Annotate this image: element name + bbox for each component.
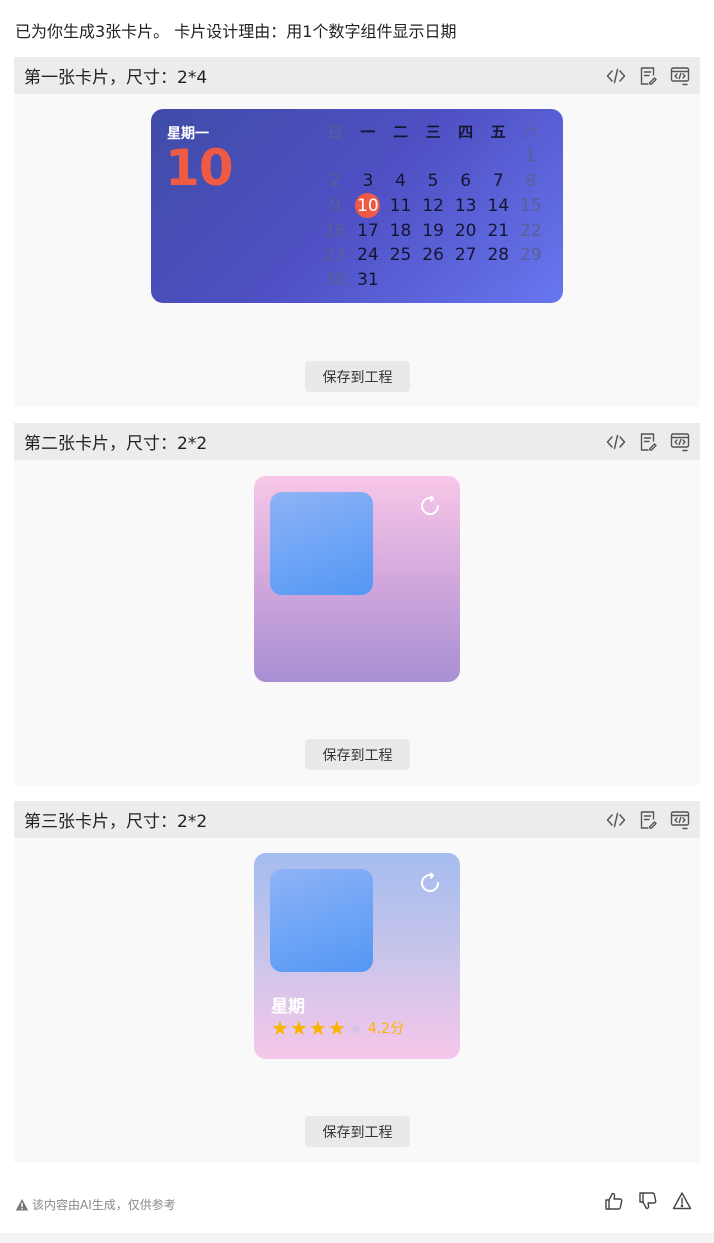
calendar-day: 3 <box>362 170 374 191</box>
calendar-weekday-header: 五 <box>490 122 506 141</box>
star-icon: ★ <box>271 1016 289 1040</box>
refresh-icon[interactable] <box>418 871 442 895</box>
card-toolbar <box>606 432 690 452</box>
card-toolbar <box>606 66 690 86</box>
calendar-day: 4 <box>395 170 406 191</box>
card-section-title: 第一张卡片，尺寸：2*4 <box>24 68 208 88</box>
calendar-day: 20 <box>454 220 477 241</box>
code-icon[interactable] <box>606 432 626 452</box>
calendar-day: 13 <box>454 195 477 216</box>
calendar-day: 30 <box>324 270 347 291</box>
calendar-day: 14 <box>487 195 510 216</box>
code-preview-icon[interactable] <box>670 432 690 452</box>
calendar-day: 2 <box>329 170 341 191</box>
calendar-empty-cell <box>319 144 352 169</box>
document-edit-icon[interactable] <box>638 432 658 452</box>
bottom-divider <box>0 1233 714 1243</box>
calendar-day: 25 <box>389 245 412 266</box>
thumbs-up-icon[interactable] <box>604 1191 624 1211</box>
image-placeholder <box>270 869 373 972</box>
rating-value: 4.2分 <box>367 1021 404 1037</box>
code-icon[interactable] <box>606 66 626 86</box>
ai-disclaimer: 该内容由AI生成，仅供参考 <box>15 1196 176 1213</box>
calendar-day: 7 <box>492 170 504 191</box>
calendar-day: 12 <box>422 195 444 216</box>
calendar-today-number: 10 <box>355 193 381 219</box>
calendar-big-day: 10 <box>165 139 234 197</box>
star-icon: ★ <box>327 1016 346 1040</box>
calendar-empty-cell <box>417 144 450 169</box>
star-icon: ★ <box>308 1016 327 1040</box>
calendar-empty-cell <box>384 144 417 169</box>
calendar-day: 17 <box>357 220 379 241</box>
calendar-empty-cell <box>449 144 482 169</box>
image-placeholder <box>270 492 373 595</box>
card-toolbar <box>606 810 690 830</box>
calendar-weekday-header: 日 <box>327 122 343 141</box>
calendar-weekday-header: 三 <box>425 122 441 141</box>
document-edit-icon[interactable] <box>638 66 658 86</box>
calendar-day: 9 <box>329 195 341 216</box>
calendar-weekday-header: 四 <box>458 122 474 141</box>
calendar-day: 8 <box>525 170 537 191</box>
calendar-day: 6 <box>460 170 472 191</box>
card-label: 星期 <box>271 997 305 1017</box>
refresh-icon[interactable] <box>418 494 442 518</box>
warning-icon <box>15 1198 29 1210</box>
document-edit-icon[interactable] <box>638 810 658 830</box>
calendar-card: 星期一 10 日一二三四五六 1 2 3 4 5 6 7 8 9 10 11 12 13 14 15 16 17 1… <box>151 109 563 303</box>
calendar-day: 19 <box>422 220 444 241</box>
save-to-project-button[interactable]: 保存到工程 <box>305 1116 410 1147</box>
calendar-day: 16 <box>324 220 347 241</box>
calendar-today: 10 <box>352 193 385 219</box>
calendar-day: 23 <box>324 245 347 266</box>
calendar-day: 31 <box>357 270 379 291</box>
card-section-header: 第一张卡片，尺寸：2*4 <box>14 57 700 94</box>
calendar-day: 1 <box>525 146 537 167</box>
calendar-day: 27 <box>454 245 477 266</box>
code-icon[interactable] <box>606 810 626 830</box>
calendar-day: 5 <box>427 170 439 191</box>
intro-text: 已为你生成3张卡片。 卡片设计理由：用1个数字组件显示日期 <box>15 22 457 41</box>
calendar-weekday-header: 六 <box>523 122 539 141</box>
code-preview-icon[interactable] <box>670 810 690 830</box>
star-icon: ★ <box>289 1016 308 1040</box>
card-section-header: 第三张卡片，尺寸：2*2 <box>14 801 700 838</box>
card-section-3: 第三张卡片，尺寸：2*2 星期 ★ ★ ★ ★ ★ 4.2分 保存到工程 <box>14 801 700 1163</box>
thumbs-down-icon[interactable] <box>638 1191 658 1211</box>
save-to-project-button[interactable]: 保存到工程 <box>305 361 410 392</box>
calendar-day: 26 <box>422 245 444 266</box>
image-rating-card: 星期 ★ ★ ★ ★ ★ 4.2分 <box>254 853 460 1059</box>
calendar-day: 29 <box>520 245 542 266</box>
calendar-day: 15 <box>520 195 542 216</box>
report-icon[interactable] <box>672 1191 692 1211</box>
code-preview-icon[interactable] <box>670 66 690 86</box>
calendar-day: 22 <box>520 220 542 241</box>
card-section-title: 第二张卡片，尺寸：2*2 <box>24 434 208 454</box>
calendar-day: 24 <box>357 245 379 266</box>
card-section-header: 第二张卡片，尺寸：2*2 <box>14 423 700 460</box>
calendar-day: 21 <box>487 220 510 241</box>
image-card <box>254 476 460 682</box>
calendar-day: 18 <box>389 220 412 241</box>
calendar-grid: 日一二三四五六 1 2 3 4 5 6 7 8 9 10 11 12 13 14 15 16 17 18 19 20 21… <box>319 119 547 293</box>
calendar-day: 28 <box>487 245 510 266</box>
calendar-empty-cell <box>482 144 515 169</box>
save-to-project-button[interactable]: 保存到工程 <box>305 739 410 770</box>
card-section-title: 第三张卡片，尺寸：2*2 <box>24 812 208 832</box>
disclaimer-text: 该内容由AI生成，仅供参考 <box>32 1198 176 1212</box>
star-icon: ★ <box>346 1016 365 1040</box>
calendar-empty-cell <box>352 144 385 169</box>
card-section-2: 第二张卡片，尺寸：2*2 保存到工程 <box>14 423 700 785</box>
calendar-day: 11 <box>389 195 412 216</box>
card-section-1: 第一张卡片，尺寸：2*4 星期一 10 日一二三四五六 1 2 3 4 5 6 7 8 9 10 11… <box>14 57 700 407</box>
calendar-weekday-header: 二 <box>392 122 408 141</box>
star-rating: ★ ★ ★ ★ ★ 4.2分 <box>271 1017 404 1039</box>
calendar-weekday-header: 一 <box>360 122 376 141</box>
feedback-actions <box>604 1191 692 1211</box>
